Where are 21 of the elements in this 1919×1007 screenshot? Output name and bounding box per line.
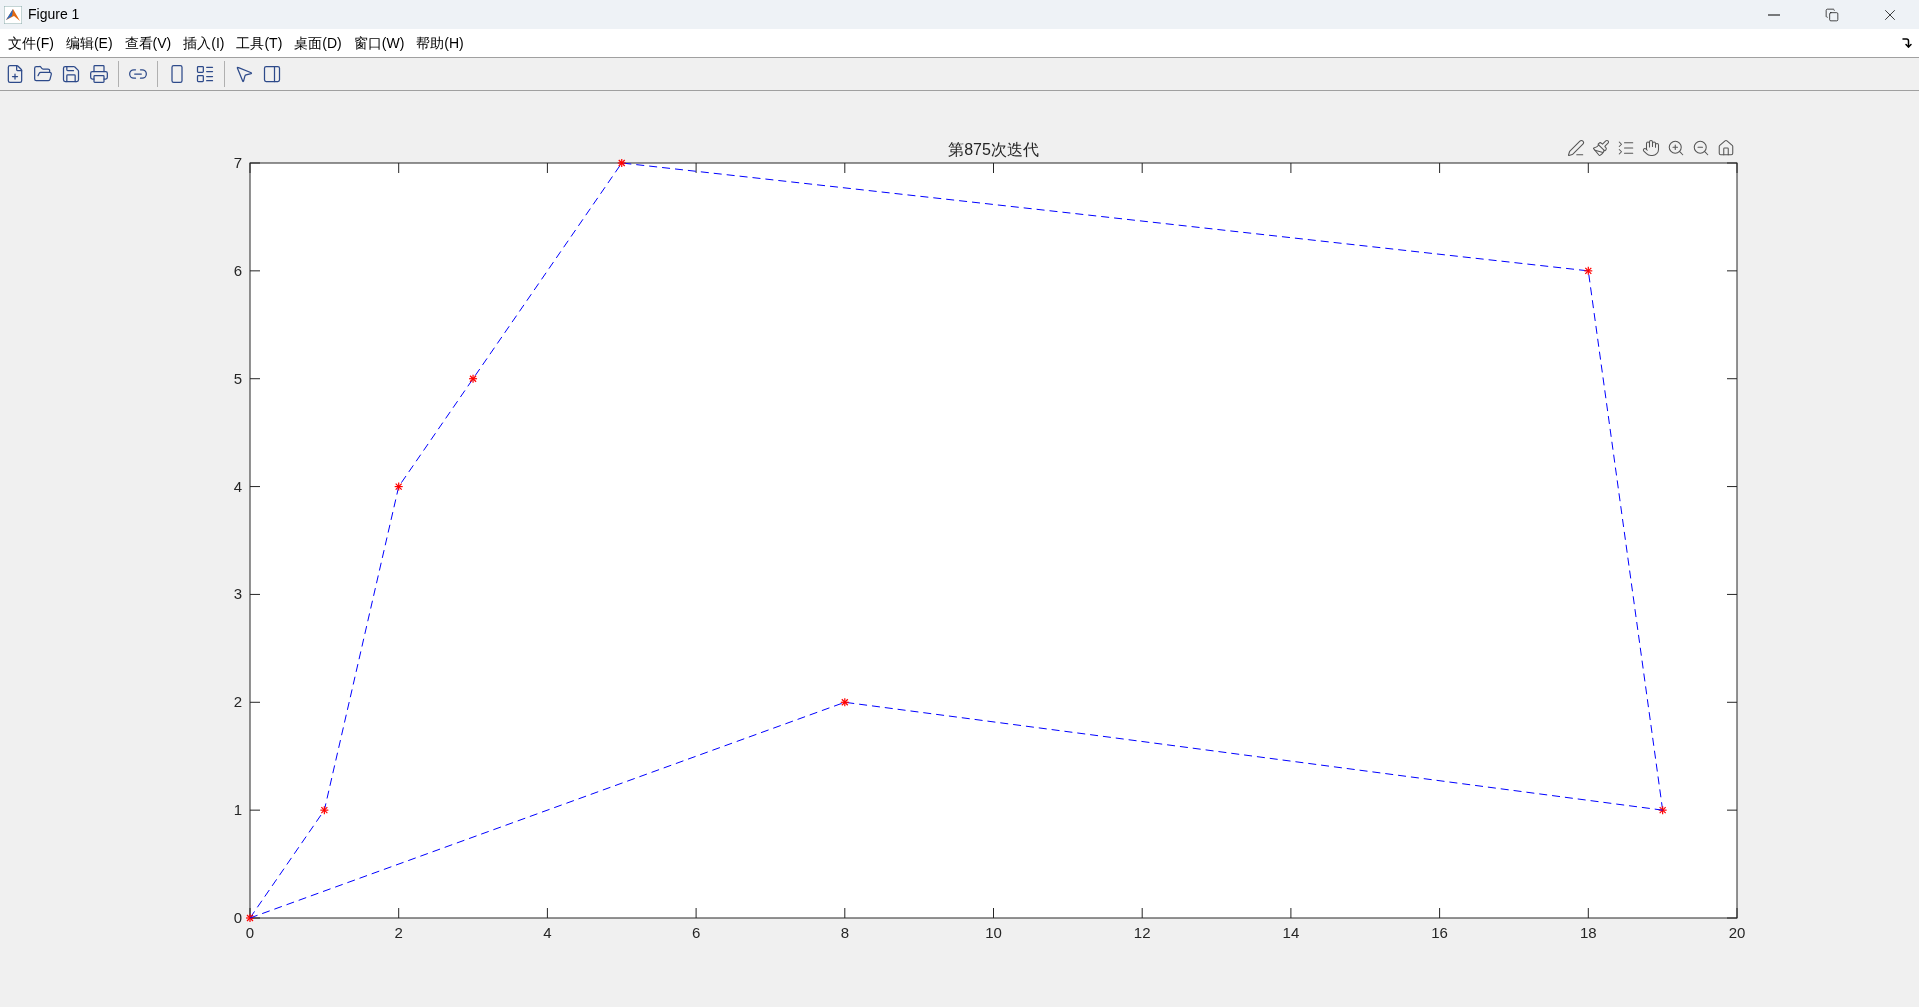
y-tick-label: 5 <box>233 369 242 387</box>
y-tick-label: 7 <box>233 154 242 171</box>
x-tick-label: 8 <box>840 924 849 941</box>
x-tick-label: 12 <box>1133 924 1151 941</box>
y-tick-label: 4 <box>233 477 242 495</box>
y-tick-label: 3 <box>233 585 242 603</box>
y-tick-label: 6 <box>233 261 242 279</box>
x-tick-label: 4 <box>543 924 552 941</box>
x-tick-label: 6 <box>691 924 701 941</box>
x-tick-label: 2 <box>394 924 403 941</box>
y-tick-label: 0 <box>233 909 242 926</box>
x-tick-label: 18 <box>1579 924 1597 941</box>
x-tick-label: 20 <box>1728 924 1746 941</box>
x-tick-label: 10 <box>985 924 1002 941</box>
chart-title: 第875次迭代 <box>948 141 1039 158</box>
x-tick-label: 16 <box>1431 924 1448 941</box>
x-tick-label: 14 <box>1282 924 1300 941</box>
y-tick-label: 1 <box>233 801 242 819</box>
y-tick-label: 2 <box>233 693 242 711</box>
x-tick-label: 0 <box>245 924 255 941</box>
window-title: Figure 1 <box>28 5 80 24</box>
